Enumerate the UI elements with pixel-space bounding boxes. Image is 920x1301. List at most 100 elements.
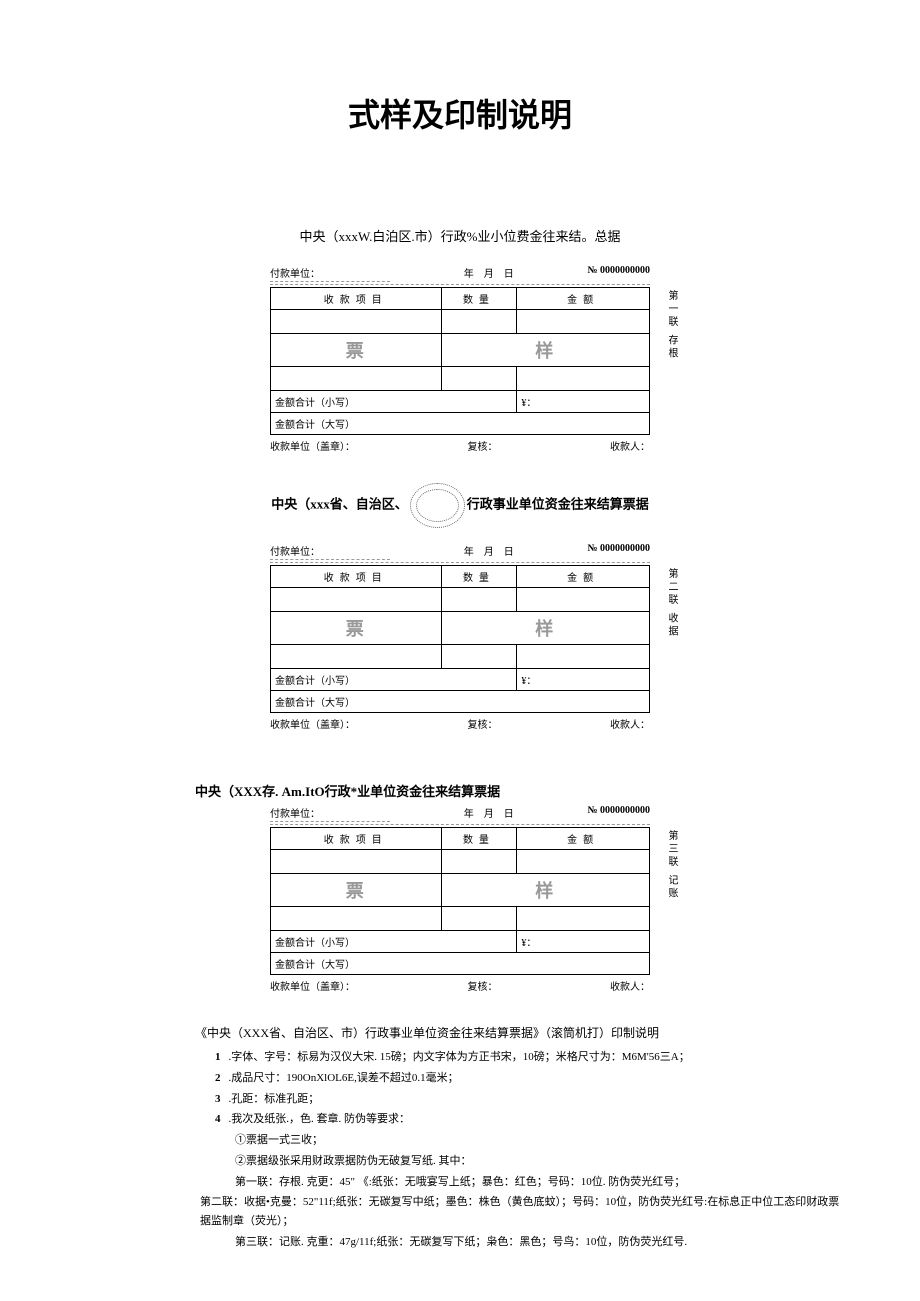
cell <box>517 645 650 669</box>
voucher-2-footer: 收款单位（盖章）： 复核： 收款人： <box>270 716 650 731</box>
voucher-3-header: 付款单位： 年 月 日 № 0000000000 <box>270 805 650 825</box>
col-qty: 数量 <box>441 288 517 310</box>
cell <box>517 588 650 612</box>
voucher-1-footer: 收款单位（盖章）： 复核： 收款人： <box>270 438 650 453</box>
sum-small-label: 金额合计（小写） <box>271 391 517 413</box>
voucher-2-title-part2: 行政事业单位资金往来结算票据 <box>467 496 649 511</box>
watermark-1: 票 <box>346 881 366 901</box>
footer-right: 收款人： <box>610 438 650 453</box>
voucher-2: 中央（xxx省、自治区、 行政事业单位资金往来结算票据 付款单位： 年 月 日 №… <box>20 483 900 731</box>
voucher-3-title: 中央（XXX存. Am.ItO行政*业单位资金往来结算票据 <box>195 781 900 800</box>
cell <box>441 850 517 874</box>
cell <box>517 907 650 931</box>
sum-big-label: 金额合计（大写） <box>271 953 650 975</box>
watermark-1: 票 <box>346 619 366 639</box>
instruction-item-3: 3.孔距：标准孔距； <box>215 1090 840 1109</box>
watermark-cell: 票 <box>271 334 442 367</box>
footer-left: 收款单位（盖章）： <box>270 716 355 731</box>
col-amt: 金额 <box>517 566 650 588</box>
date-label: 年 月 日 <box>464 543 514 560</box>
payer-label: 付款单位： <box>270 805 390 822</box>
watermark-2: 样 <box>535 619 555 639</box>
cell <box>517 850 650 874</box>
cell <box>517 310 650 334</box>
watermark-cell: 样 <box>441 612 649 645</box>
side-label-2: 第二联 收据 <box>662 568 680 639</box>
watermark-1: 票 <box>346 341 366 361</box>
yen-label: ¥： <box>517 391 650 413</box>
cell <box>271 310 442 334</box>
instruction-sub-2: ②票据级张采用财政票据防伪无破复写纸. 其中： <box>215 1152 840 1171</box>
col-amt: 金额 <box>517 288 650 310</box>
footer-left: 收款单位（盖章）： <box>270 978 355 993</box>
voucher-3-footer: 收款单位（盖章）： 复核： 收款人： <box>270 978 650 993</box>
instructions: 《中央（XXX省、自治区、市）行政事业单位资金往来结算票据》（滚筒机打）印制说明… <box>195 1023 840 1251</box>
watermark-cell: 样 <box>441 874 649 907</box>
voucher-1-header: 付款单位： 年 月 日 № 0000000000 <box>270 265 650 285</box>
instructions-title: 《中央（XXX省、自治区、市）行政事业单位资金往来结算票据》（滚筒机打）印制说明 <box>195 1023 840 1043</box>
footer-right: 收款人： <box>610 716 650 731</box>
payer-label: 付款单位： <box>270 543 390 560</box>
yen-label: ¥： <box>517 669 650 691</box>
voucher-1-table: 收款项目 数量 金额 票 样 金额合计（小写） ¥： <box>270 287 650 435</box>
footer-left: 收款单位（盖章）： <box>270 438 355 453</box>
col-item: 收款项目 <box>271 288 442 310</box>
no-label: № 0000000000 <box>587 265 650 282</box>
voucher-3-table: 收款项目 数量 金额 票 样 金额合计（小写） ¥： <box>270 827 650 975</box>
sum-big-label: 金额合计（大写） <box>271 691 650 713</box>
no-label: № 0000000000 <box>587 805 650 822</box>
watermark-cell: 票 <box>271 874 442 907</box>
col-amt: 金额 <box>517 828 650 850</box>
yen-label: ¥： <box>517 931 650 953</box>
cell <box>271 588 442 612</box>
side-label-1: 第一联 存根 <box>662 290 680 361</box>
footer-mid: 复核： <box>468 438 498 453</box>
voucher-3-container: 付款单位： 年 月 日 № 0000000000 收款项目 数量 金额 票 样 <box>270 805 650 993</box>
instruction-item-4: 4.我次及纸张.，色. 套章. 防伪等要求： <box>215 1110 840 1129</box>
cell <box>271 907 442 931</box>
cell <box>441 588 517 612</box>
cell <box>517 367 650 391</box>
cell <box>441 645 517 669</box>
col-item: 收款项目 <box>271 566 442 588</box>
payer-label: 付款单位： <box>270 265 390 282</box>
footer-mid: 复核： <box>468 716 498 731</box>
voucher-1: 中央（xxxW.白泊区.市）行政%业小位费金往来结。总据 付款单位： 年 月 日… <box>20 226 900 453</box>
seal-icon <box>410 483 465 528</box>
sum-small-label: 金额合计（小写） <box>271 669 517 691</box>
voucher-2-container: 付款单位： 年 月 日 № 0000000000 收款项目 数量 金额 票 样 <box>270 543 650 731</box>
watermark-cell: 票 <box>271 612 442 645</box>
instruction-sub-4: 第二联：收据•克曼：52"11f;纸张：无碳复写中纸；墨色：株色（黄色底蚊）；号… <box>200 1193 840 1230</box>
sum-small-label: 金额合计（小写） <box>271 931 517 953</box>
voucher-2-header: 付款单位： 年 月 日 № 0000000000 <box>270 543 650 563</box>
col-item: 收款项目 <box>271 828 442 850</box>
side-label-3: 第三联 记账 <box>662 830 680 901</box>
col-qty: 数量 <box>441 828 517 850</box>
page-title: 式样及印制说明 <box>20 90 900 136</box>
instruction-sub-1: ①票据一式三收； <box>215 1131 840 1150</box>
instruction-sub-3: 第一联：存根. 克更：45" 《:纸张：无哦宴写上纸；暴色：红色；号码：10位.… <box>215 1173 840 1192</box>
instruction-sub-5: 第三联：记账. 克重：47g/11f;纸张：无碳复写下纸；枭色：黑色；号鸟：10… <box>215 1233 840 1252</box>
cell <box>271 850 442 874</box>
date-label: 年 月 日 <box>464 805 514 822</box>
cell <box>441 907 517 931</box>
footer-right: 收款人： <box>610 978 650 993</box>
instruction-item-2: 2.成品尺寸：190OnXlOL6E,误差不超过0.1毫米； <box>215 1069 840 1088</box>
voucher-2-table: 收款项目 数量 金额 票 样 金额合计（小写） ¥： <box>270 565 650 713</box>
no-label: № 0000000000 <box>587 543 650 560</box>
col-qty: 数量 <box>441 566 517 588</box>
cell <box>441 310 517 334</box>
voucher-2-title: 中央（xxx省、自治区、 行政事业单位资金往来结算票据 <box>20 483 900 528</box>
watermark-cell: 样 <box>441 334 649 367</box>
watermark-2: 样 <box>535 881 555 901</box>
cell <box>441 367 517 391</box>
voucher-1-title: 中央（xxxW.白泊区.市）行政%业小位费金往来结。总据 <box>20 226 900 245</box>
instruction-item-1: 1.字体、字号：标易为汉仪大宋. 15磅；内文字体为方正书宋，10磅；米格尺寸为… <box>215 1048 840 1067</box>
watermark-2: 样 <box>535 341 555 361</box>
voucher-1-container: 付款单位： 年 月 日 № 0000000000 收款项目 数量 金额 票 样 <box>270 265 650 453</box>
voucher-3: 中央（XXX存. Am.ItO行政*业单位资金往来结算票据 付款单位： 年 月 … <box>20 781 900 993</box>
instructions-list: 1.字体、字号：标易为汉仪大宋. 15磅；内文字体为方正书宋，10磅；米格尺寸为… <box>195 1048 840 1251</box>
cell <box>271 367 442 391</box>
voucher-2-title-part1: 中央（xxx省、自治区、 <box>271 496 408 511</box>
sum-big-label: 金额合计（大写） <box>271 413 650 435</box>
